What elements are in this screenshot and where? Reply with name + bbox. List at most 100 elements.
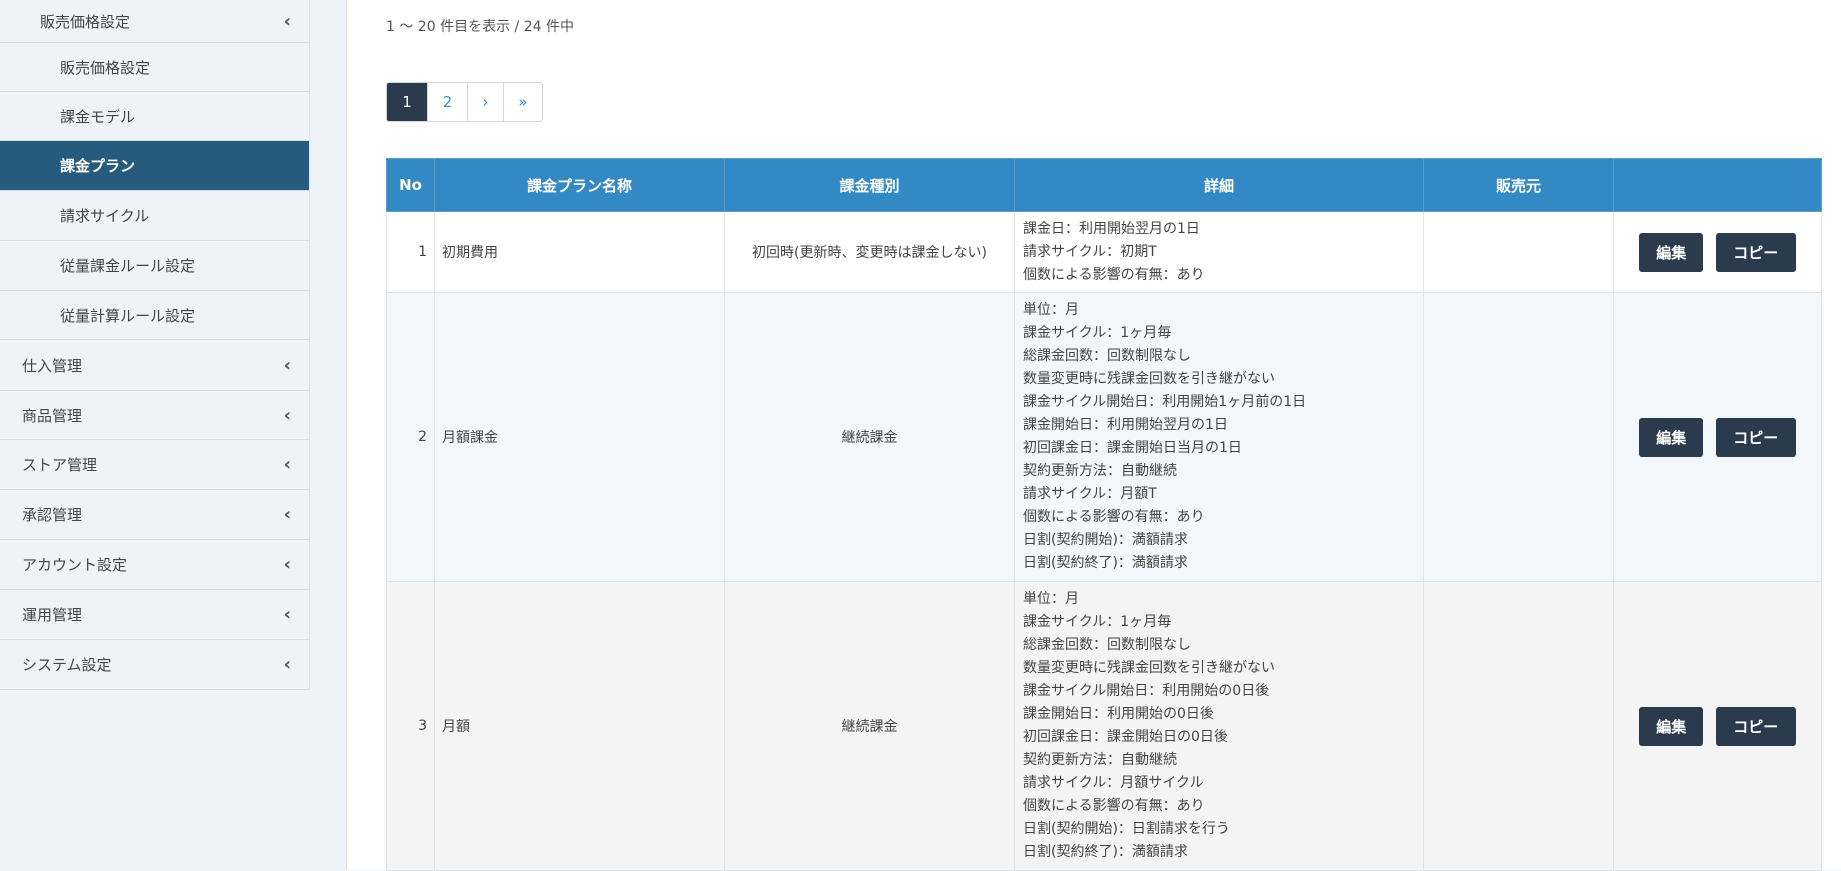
sidebar-subitem-billing-plan[interactable]: 課金プラン [0,141,309,191]
detail-line: 契約更新方法：自動継続 [1023,752,1177,768]
result-count: 1 〜 20 件目を表示 / 24 件中 [386,19,574,35]
detail-line: 課金サイクル開始日：利用開始1ヶ月前の1日 [1023,394,1307,410]
cell-billing-type: 継続課金 [724,292,1015,582]
detail-line: 数量変更時に残課金回数を引き継がない [1023,371,1275,387]
next-page-button[interactable]: › [467,83,503,121]
sidebar-item-label: 課金プラン [60,157,136,175]
detail-line: 請求サイクル：月額T [1023,486,1157,502]
detail-line: 数量変更時に残課金回数を引き継がない [1023,660,1275,676]
main-content: 1 〜 20 件目を表示 / 24 件中 1 2 › » No 課金プラン名称 … [347,0,1841,871]
column-header-details: 詳細 [1014,158,1424,212]
detail-line: 請求サイクル：月額サイクル [1023,775,1204,791]
detail-line: 個数による影響の有無：あり [1023,509,1205,525]
sidebar-subitem-billing-model[interactable]: 課金モデル [0,92,309,141]
sidebar-item-label: 承認管理 [22,506,83,524]
sidebar-item-operations[interactable]: 運用管理 ‹ [0,590,309,640]
sidebar-item-sales-price-settings[interactable]: 販売価格設定 ‹ [0,0,309,43]
detail-line: 日割(契約終了)：満額請求 [1023,555,1188,571]
detail-line: 単位：月 [1023,302,1079,318]
detail-line: 個数による影響の有無：あり [1023,798,1205,814]
cell-no: 2 [386,292,435,582]
column-header-actions [1613,158,1822,212]
edit-button[interactable]: 編集 [1639,232,1704,272]
column-header-billing-type: 課金種別 [724,158,1015,212]
chevron-left-icon: ‹ [283,404,291,426]
copy-button[interactable]: コピー [1715,417,1796,457]
cell-plan-name: 月額 [434,581,725,871]
sidebar-item-purchasing[interactable]: 仕入管理 ‹ [0,340,309,391]
last-page-button[interactable]: » [503,83,542,121]
chevron-left-icon: ‹ [283,554,291,575]
column-header-no: No [386,158,435,212]
cell-billing-type: 初回時(更新時、変更時は課金しない) [724,211,1015,293]
detail-line: 個数による影響の有無：あり [1023,266,1205,283]
sidebar-item-account-settings[interactable]: アカウント設定 ‹ [0,540,309,590]
page-2-button[interactable]: 2 [427,83,467,121]
sidebar-item-label: 請求サイクル [60,207,150,225]
sidebar-item-label: 仕入管理 [22,356,83,375]
sidebar-subitem-billing-cycle[interactable]: 請求サイクル [0,191,309,241]
detail-line: 課金サイクル：1ヶ月毎 [1023,614,1172,630]
sidebar-subitem-metered-billing-rule[interactable]: 従量課金ルール設定 [0,241,309,291]
detail-line: 課金日：利用開始翌月の1日 [1023,220,1200,237]
cell-no: 1 [386,211,435,293]
chevron-left-icon: ‹ [283,454,291,475]
edit-button[interactable]: 編集 [1639,417,1704,457]
sidebar-item-system-settings[interactable]: システム設定 ‹ [0,640,309,690]
detail-line: 日割(契約開始)：日割請求を行う [1023,821,1230,837]
page-1-button[interactable]: 1 [387,83,427,121]
detail-line: 課金サイクル開始日：利用開始の0日後 [1023,683,1270,699]
sidebar-item-label: 課金モデル [60,107,136,126]
table-row: 2 月額課金 継続課金 単位：月 課金サイクル：1ヶ月毎 総課金回数：回数制限な… [386,292,1822,582]
detail-line: 総課金回数：回数制限なし [1023,348,1191,364]
sidebar-item-label: 運用管理 [22,606,83,624]
detail-line: 初回課金日：課金開始日の0日後 [1023,729,1228,745]
sidebar-item-label: 商品管理 [22,406,83,425]
cell-no: 3 [386,581,435,871]
copy-button[interactable]: コピー [1715,232,1796,272]
sidebar-item-store[interactable]: ストア管理 ‹ [0,440,309,490]
sidebar-item-label: アカウント設定 [22,556,128,574]
edit-button[interactable]: 編集 [1639,706,1704,746]
cell-plan-name: 月額課金 [434,292,725,582]
cell-details: 課金日：利用開始翌月の1日 請求サイクル：初期T 個数による影響の有無：あり [1014,211,1424,293]
table-header-row: No 課金プラン名称 課金種別 詳細 販売元 [386,158,1822,212]
cell-actions: 編集 コピー [1613,581,1822,871]
detail-line: 初回課金日：課金開始日当月の1日 [1023,440,1242,456]
chevron-left-icon: ‹ [283,354,291,376]
cell-billing-type: 継続課金 [724,581,1015,871]
detail-line: 課金サイクル：1ヶ月毎 [1023,325,1172,341]
cell-seller [1423,292,1614,582]
sidebar-item-approval[interactable]: 承認管理 ‹ [0,490,309,540]
chevron-left-icon: ‹ [283,504,291,525]
table-row: 1 初期費用 初回時(更新時、変更時は課金しない) 課金日：利用開始翌月の1日 … [386,211,1822,293]
copy-button[interactable]: コピー [1715,706,1796,746]
chevron-left-icon: ‹ [283,10,291,32]
cell-seller [1423,581,1614,871]
sidebar-item-products[interactable]: 商品管理 ‹ [0,391,309,440]
cell-details: 単位：月 課金サイクル：1ヶ月毎 総課金回数：回数制限なし 数量変更時に残課金回… [1014,292,1424,582]
sidebar-subitem-metered-calc-rule[interactable]: 従量計算ルール設定 [0,291,309,340]
detail-line: 契約更新方法：自動継続 [1023,463,1177,479]
sidebar-item-label: 販売価格設定 [40,12,131,31]
detail-line: 総課金回数：回数制限なし [1023,637,1191,653]
column-header-seller: 販売元 [1423,158,1614,212]
detail-line: 日割(契約終了)：満額請求 [1023,844,1188,860]
detail-line: 課金開始日：利用開始翌月の1日 [1023,417,1228,433]
detail-line: 単位：月 [1023,591,1079,607]
detail-line: 請求サイクル：初期T [1023,243,1157,260]
sidebar: 販売価格設定 ‹ 販売価格設定 課金モデル 課金プラン 請求サイクル 従量課金ル… [0,0,310,870]
cell-actions: 編集 コピー [1613,211,1822,293]
cell-actions: 編集 コピー [1613,292,1822,582]
chevron-left-icon: ‹ [283,654,291,675]
sidebar-item-label: 従量課金ルール設定 [60,257,196,275]
detail-line: 課金開始日：利用開始の0日後 [1023,706,1214,722]
sidebar-item-label: 従量計算ルール設定 [60,306,196,325]
sidebar-subitem-sales-price[interactable]: 販売価格設定 [0,43,309,92]
cell-plan-name: 初期費用 [434,211,725,293]
chevron-left-icon: ‹ [283,604,291,625]
cell-seller [1423,211,1614,293]
sidebar-item-label: システム設定 [22,656,112,674]
sidebar-item-label: ストア管理 [22,456,98,474]
sidebar-item-label: 販売価格設定 [60,58,151,77]
